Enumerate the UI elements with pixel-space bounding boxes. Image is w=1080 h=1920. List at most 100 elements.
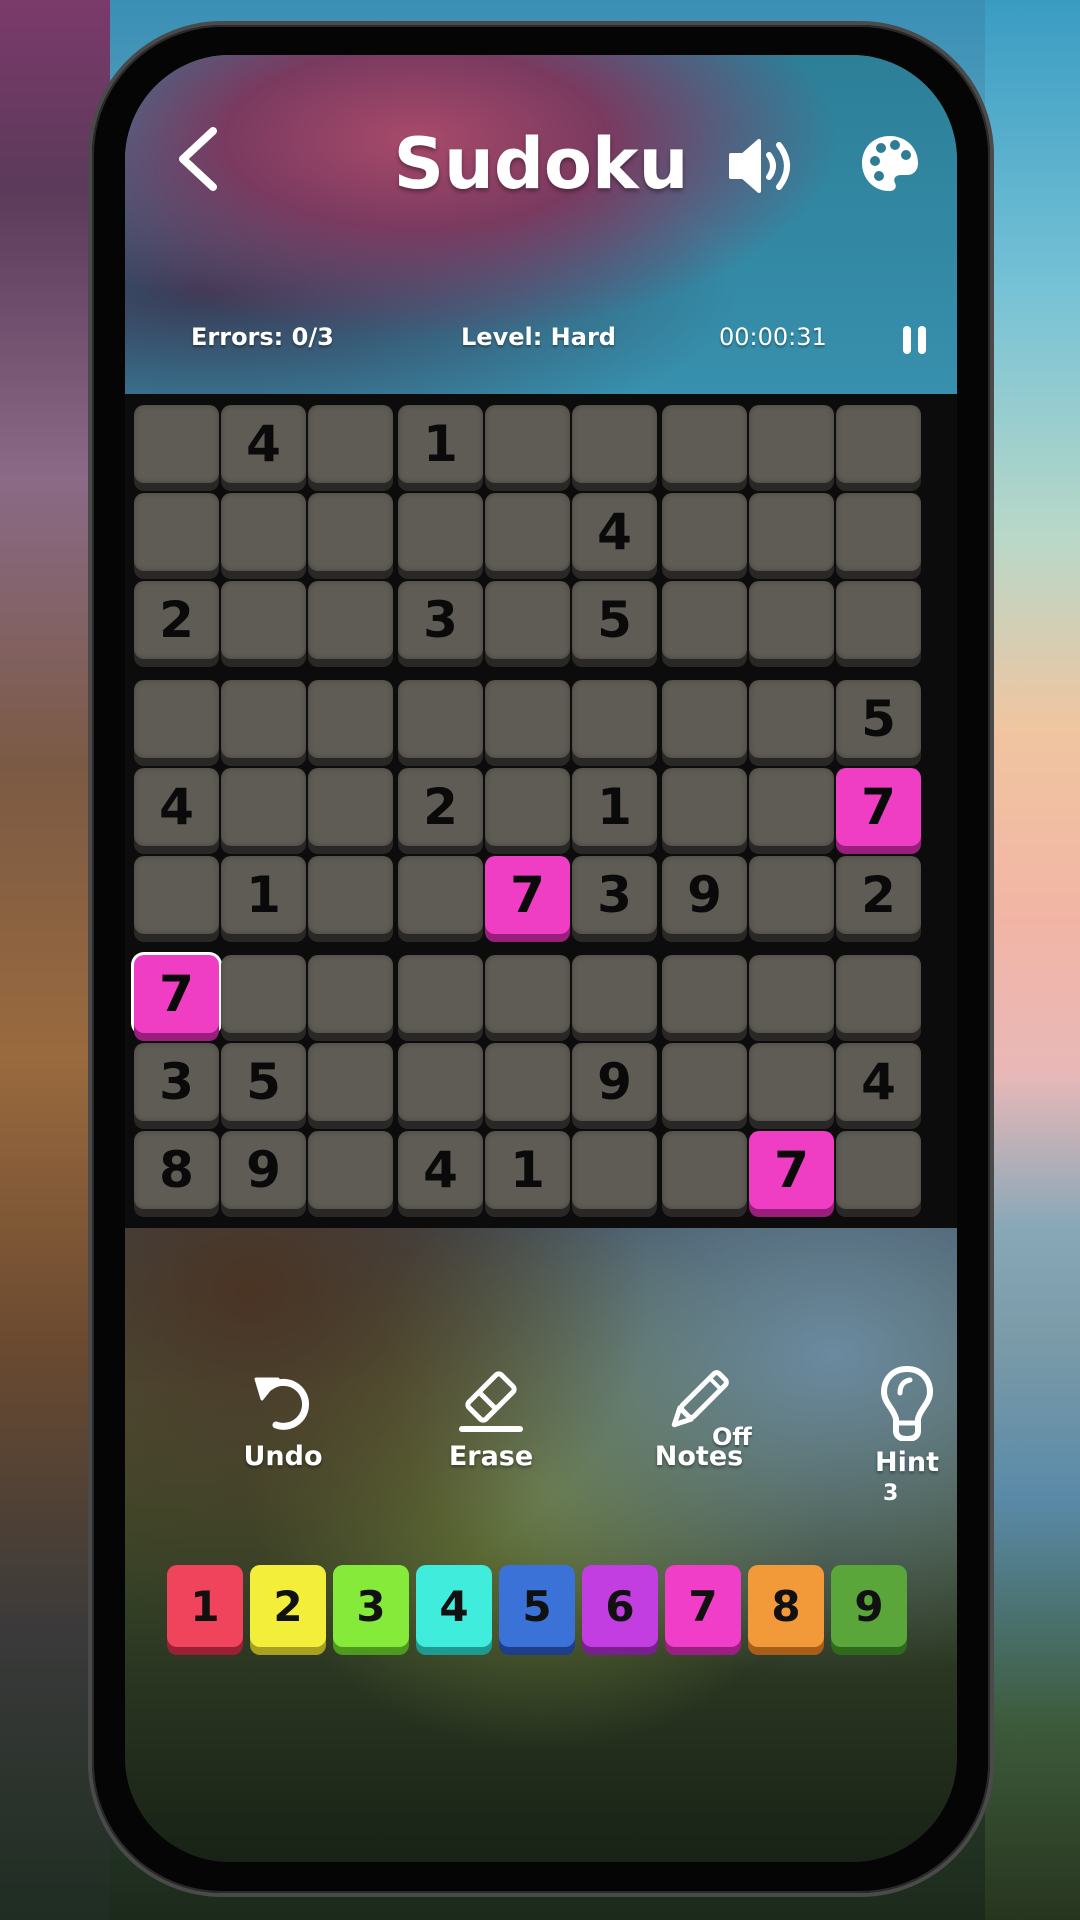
number-button-4[interactable]: 4 — [416, 1565, 492, 1647]
sudoku-cell-r5-c7[interactable] — [662, 768, 747, 846]
sudoku-cell-r3-c1[interactable]: 2 — [134, 581, 219, 659]
sudoku-cell-r6-c8[interactable] — [749, 856, 834, 934]
sudoku-cell-r8-c1[interactable]: 3 — [134, 1043, 219, 1121]
undo-button[interactable]: Undo — [213, 1365, 353, 1472]
sudoku-cell-r3-c2[interactable] — [221, 581, 306, 659]
sudoku-cell-r6-c4[interactable] — [398, 856, 483, 934]
sudoku-cell-r1-c4[interactable]: 1 — [398, 405, 483, 483]
sudoku-cell-r1-c3[interactable] — [308, 405, 393, 483]
sudoku-cell-r6-c7[interactable]: 9 — [662, 856, 747, 934]
number-button-1[interactable]: 1 — [167, 1565, 243, 1647]
sudoku-cell-r3-c8[interactable] — [749, 581, 834, 659]
sudoku-cell-r9-c1[interactable]: 8 — [134, 1131, 219, 1209]
sudoku-cell-r2-c8[interactable] — [749, 493, 834, 571]
sudoku-cell-r5-c8[interactable] — [749, 768, 834, 846]
sudoku-cell-r8-c4[interactable] — [398, 1043, 483, 1121]
sudoku-cell-r6-c2[interactable]: 1 — [221, 856, 306, 934]
sudoku-cell-r9-c8[interactable]: 7 — [749, 1131, 834, 1209]
sudoku-cell-r3-c6[interactable]: 5 — [572, 581, 657, 659]
sudoku-cell-r3-c5[interactable] — [485, 581, 570, 659]
theme-button[interactable] — [859, 133, 921, 195]
number-button-3[interactable]: 3 — [333, 1565, 409, 1647]
sudoku-cell-r5-c4[interactable]: 2 — [398, 768, 483, 846]
sudoku-cell-r8-c9[interactable]: 4 — [836, 1043, 921, 1121]
notes-button[interactable]: Notes — [629, 1365, 769, 1472]
sudoku-cell-r9-c5[interactable]: 1 — [485, 1131, 570, 1209]
sudoku-cell-r1-c8[interactable] — [749, 405, 834, 483]
erase-button[interactable]: Erase — [421, 1365, 561, 1472]
sudoku-cell-r9-c2[interactable]: 9 — [221, 1131, 306, 1209]
sudoku-cell-r5-c2[interactable] — [221, 768, 306, 846]
sudoku-cell-r7-c4[interactable] — [398, 955, 483, 1033]
sudoku-cell-r6-c5[interactable]: 7 — [485, 856, 570, 934]
sudoku-cell-r1-c1[interactable] — [134, 405, 219, 483]
sudoku-cell-r6-c3[interactable] — [308, 856, 393, 934]
sudoku-cell-r4-c8[interactable] — [749, 680, 834, 758]
sudoku-cell-r9-c7[interactable] — [662, 1131, 747, 1209]
hint-button[interactable]: Hint — [837, 1365, 957, 1478]
sudoku-cell-r2-c4[interactable] — [398, 493, 483, 571]
number-button-7[interactable]: 7 — [665, 1565, 741, 1647]
eraser-icon — [459, 1371, 523, 1432]
sudoku-cell-r2-c3[interactable] — [308, 493, 393, 571]
sudoku-cell-r4-c7[interactable] — [662, 680, 747, 758]
sudoku-cell-r7-c3[interactable] — [308, 955, 393, 1033]
undo-label: Undo — [243, 1441, 323, 1472]
sudoku-cell-r2-c1[interactable] — [134, 493, 219, 571]
sudoku-cell-r5-c9[interactable]: 7 — [836, 768, 921, 846]
sudoku-cell-r1-c6[interactable] — [572, 405, 657, 483]
sudoku-cell-r1-c2[interactable]: 4 — [221, 405, 306, 483]
sudoku-cell-r1-c7[interactable] — [662, 405, 747, 483]
sudoku-cell-r2-c6[interactable]: 4 — [572, 493, 657, 571]
sudoku-cell-r3-c9[interactable] — [836, 581, 921, 659]
sudoku-cell-r5-c6[interactable]: 1 — [572, 768, 657, 846]
sudoku-cell-r8-c2[interactable]: 5 — [221, 1043, 306, 1121]
sudoku-cell-r6-c1[interactable] — [134, 856, 219, 934]
sudoku-cell-r4-c2[interactable] — [221, 680, 306, 758]
sudoku-cell-r1-c9[interactable] — [836, 405, 921, 483]
sudoku-cell-r7-c6[interactable] — [572, 955, 657, 1033]
sudoku-cell-r3-c3[interactable] — [308, 581, 393, 659]
sudoku-cell-r4-c6[interactable] — [572, 680, 657, 758]
sudoku-cell-r7-c5[interactable] — [485, 955, 570, 1033]
sudoku-cell-r6-c9[interactable]: 2 — [836, 856, 921, 934]
sudoku-cell-r4-c1[interactable] — [134, 680, 219, 758]
sudoku-cell-r7-c2[interactable] — [221, 955, 306, 1033]
sudoku-cell-r2-c7[interactable] — [662, 493, 747, 571]
sudoku-cell-r7-c7[interactable] — [662, 955, 747, 1033]
number-button-6[interactable]: 6 — [582, 1565, 658, 1647]
sudoku-cell-r8-c7[interactable] — [662, 1043, 747, 1121]
sudoku-cell-r5-c3[interactable] — [308, 768, 393, 846]
sudoku-cell-r2-c2[interactable] — [221, 493, 306, 571]
sudoku-cell-r8-c8[interactable] — [749, 1043, 834, 1121]
sound-toggle-button[interactable] — [727, 133, 797, 199]
number-button-2[interactable]: 2 — [250, 1565, 326, 1647]
sudoku-cell-r8-c3[interactable] — [308, 1043, 393, 1121]
sudoku-cell-r9-c4[interactable]: 4 — [398, 1131, 483, 1209]
erase-label: Erase — [448, 1441, 534, 1472]
sudoku-cell-r1-c5[interactable] — [485, 405, 570, 483]
sudoku-cell-r6-c6[interactable]: 3 — [572, 856, 657, 934]
sudoku-cell-r8-c5[interactable] — [485, 1043, 570, 1121]
sudoku-cell-r7-c9[interactable] — [836, 955, 921, 1033]
pause-button[interactable] — [901, 325, 929, 355]
sudoku-cell-r4-c3[interactable] — [308, 680, 393, 758]
sudoku-cell-r3-c4[interactable]: 3 — [398, 581, 483, 659]
sudoku-cell-r5-c1[interactable]: 4 — [134, 768, 219, 846]
sudoku-cell-r9-c6[interactable] — [572, 1131, 657, 1209]
sudoku-cell-r4-c4[interactable] — [398, 680, 483, 758]
sudoku-cell-r9-c9[interactable] — [836, 1131, 921, 1209]
number-button-9[interactable]: 9 — [831, 1565, 907, 1647]
sudoku-cell-r7-c8[interactable] — [749, 955, 834, 1033]
sudoku-cell-r3-c7[interactable] — [662, 581, 747, 659]
sudoku-cell-r8-c6[interactable]: 9 — [572, 1043, 657, 1121]
sudoku-cell-r4-c9[interactable]: 5 — [836, 680, 921, 758]
sudoku-cell-r5-c5[interactable] — [485, 768, 570, 846]
number-button-8[interactable]: 8 — [748, 1565, 824, 1647]
sudoku-cell-r9-c3[interactable] — [308, 1131, 393, 1209]
number-button-5[interactable]: 5 — [499, 1565, 575, 1647]
sudoku-cell-r7-c1[interactable]: 7 — [134, 955, 219, 1033]
sudoku-cell-r2-c5[interactable] — [485, 493, 570, 571]
sudoku-cell-r2-c9[interactable] — [836, 493, 921, 571]
sudoku-cell-r4-c5[interactable] — [485, 680, 570, 758]
